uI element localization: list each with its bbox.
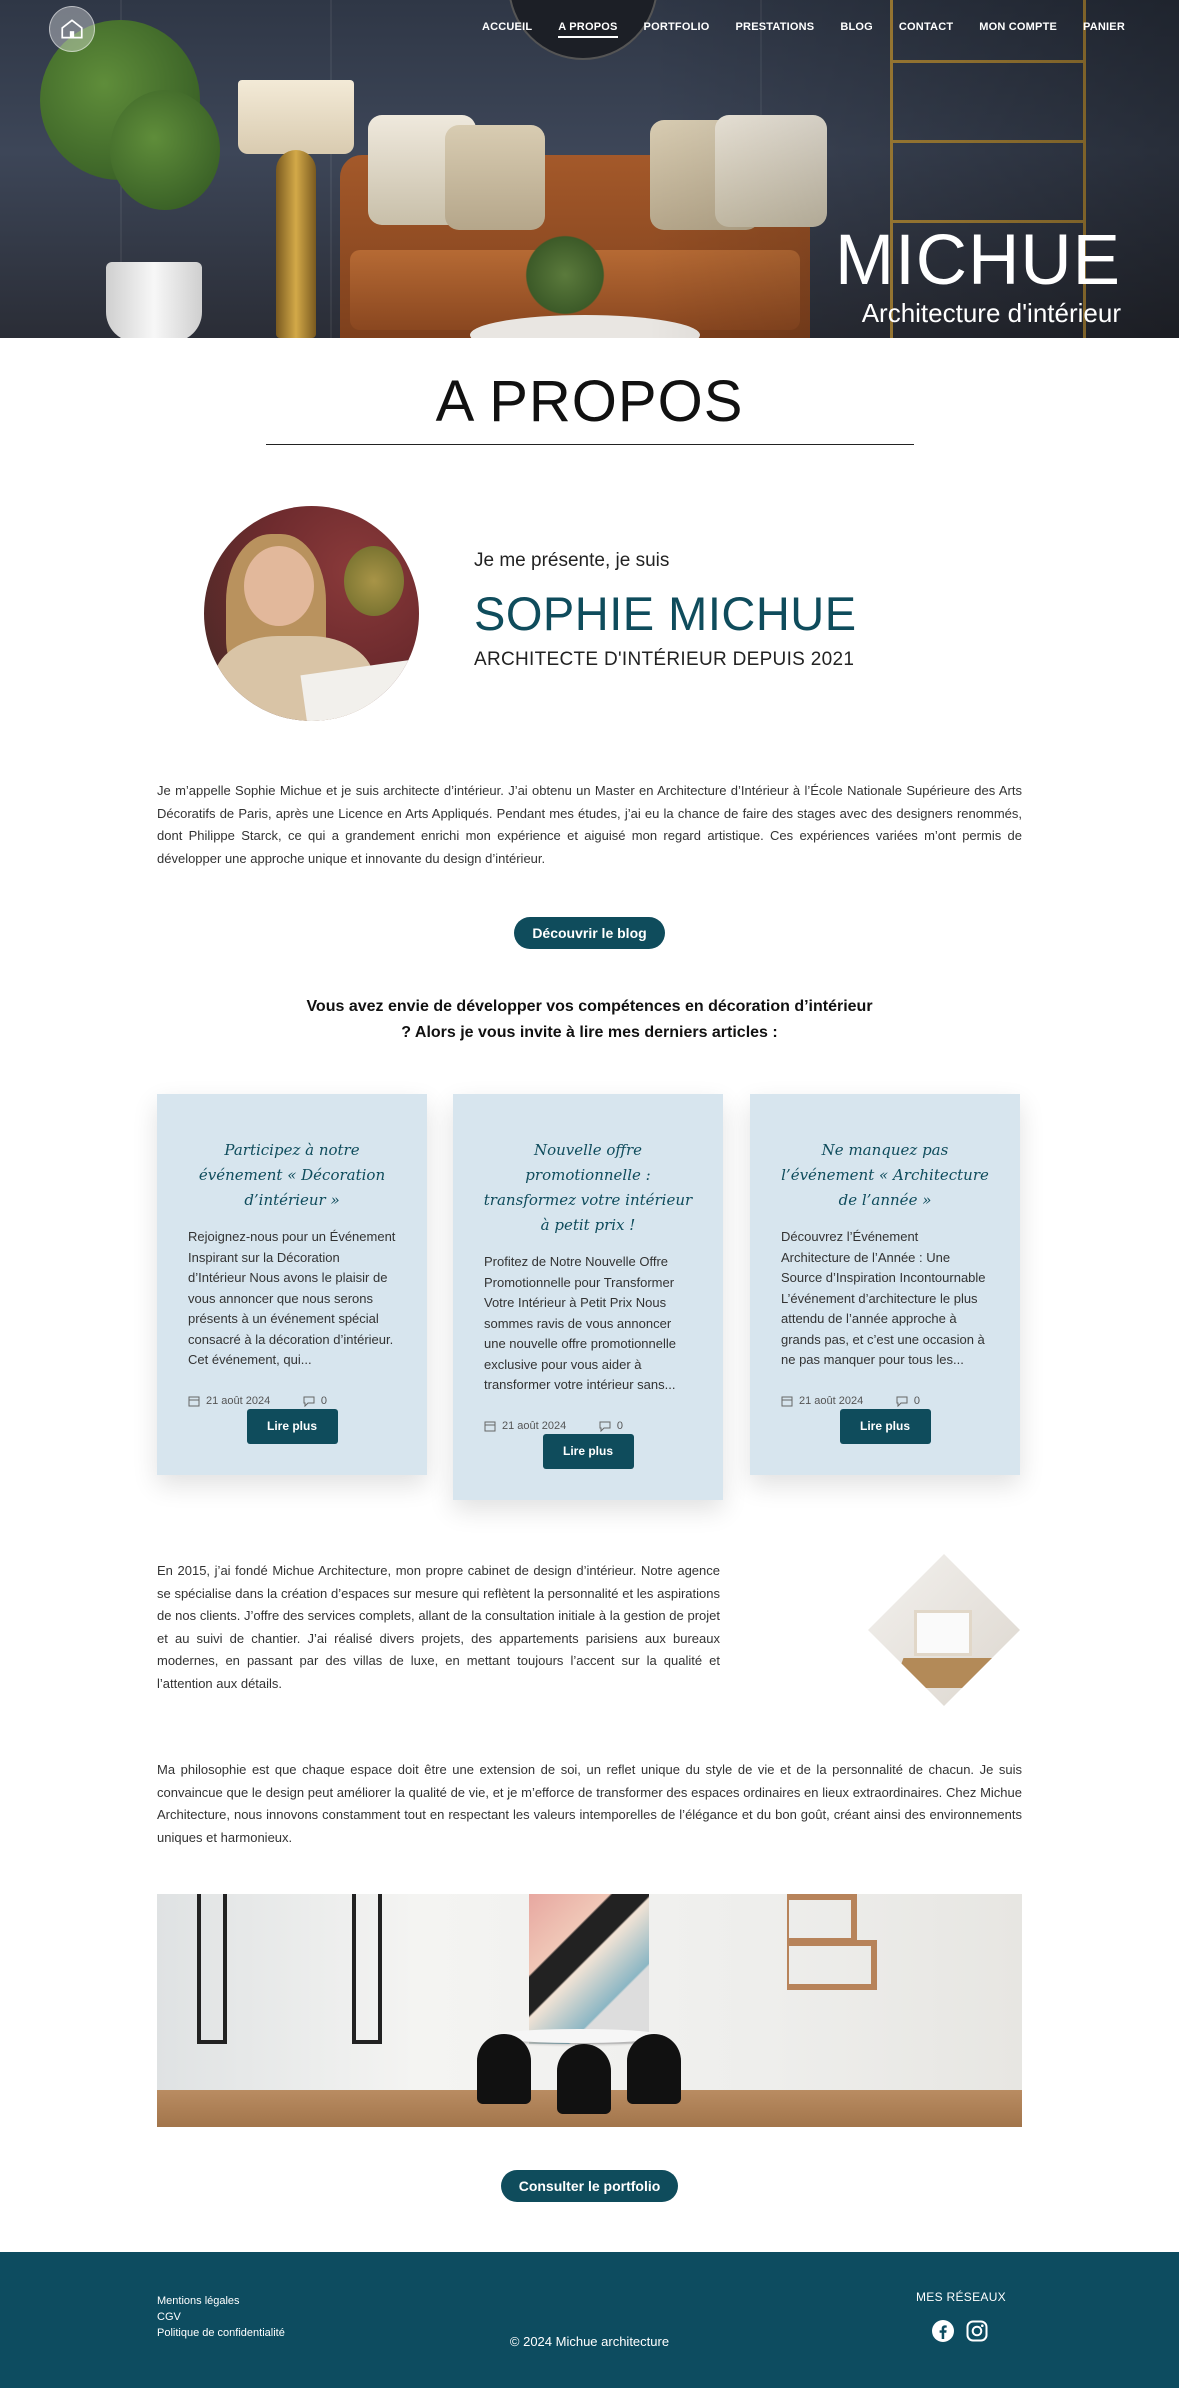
- intro-role: ARCHITECTE D'INTÉRIEUR DEPUIS 2021: [474, 649, 855, 670]
- dining-room-image: [157, 1894, 1022, 2127]
- portfolio-button[interactable]: Consulter le portfolio: [501, 2170, 678, 2202]
- brand-subtitle: Architecture d'intérieur: [861, 298, 1121, 328]
- brand-block: MICHUE Architecture d'intérieur: [835, 225, 1121, 329]
- nav-a-propos[interactable]: A PROPOS: [558, 21, 618, 38]
- footer-links: Mentions légales CGV Politique de confid…: [157, 2295, 285, 2339]
- calendar-icon: [781, 1396, 793, 1406]
- footer: Mentions légales CGV Politique de confid…: [0, 2252, 1179, 2388]
- article-excerpt: Profitez de Notre Nouvelle Offre Promoti…: [484, 1254, 677, 1392]
- bio-paragraph-3: Ma philosophie est que chaque espace doi…: [157, 1762, 1022, 1845]
- social-title: MES RÉSEAUX: [916, 2290, 1006, 2304]
- portrait-photo: [204, 506, 419, 721]
- article-title[interactable]: Participez à notre événement « Décoratio…: [183, 1138, 401, 1213]
- page: ACCUEIL A PROPOS PORTFOLIO PRESTATIONS B…: [0, 0, 1179, 2388]
- article-card: Participez à notre événement « Décoratio…: [157, 1094, 427, 1475]
- instagram-icon[interactable]: [965, 2319, 989, 2343]
- footer-link-mentions[interactable]: Mentions légales: [157, 2295, 285, 2307]
- discover-blog-button[interactable]: Découvrir le blog: [514, 917, 665, 949]
- bio-paragraph-2: En 2015, j’ai fondé Michue Architecture,…: [157, 1563, 720, 1691]
- nav-blog[interactable]: BLOG: [840, 21, 873, 38]
- article-title[interactable]: Nouvelle offre promotionnelle : transfor…: [479, 1138, 697, 1238]
- read-more-button[interactable]: Lire plus: [542, 1433, 634, 1469]
- read-more-button[interactable]: Lire plus: [839, 1408, 931, 1444]
- article-meta: 21 août 2024 0: [781, 1395, 920, 1407]
- nav-mon-compte[interactable]: MON COMPTE: [979, 21, 1057, 38]
- article-meta: 21 août 2024 0: [188, 1395, 327, 1407]
- article-date: 21 août 2024: [502, 1419, 567, 1432]
- nav-panier[interactable]: PANIER: [1083, 21, 1125, 38]
- article-meta: 21 août 2024 0: [484, 1420, 623, 1432]
- footer-link-cgv[interactable]: CGV: [157, 2311, 285, 2323]
- logo[interactable]: [49, 6, 95, 52]
- house-logo-icon: [61, 19, 83, 39]
- hero-banner: ACCUEIL A PROPOS PORTFOLIO PRESTATIONS B…: [0, 0, 1179, 338]
- facebook-icon[interactable]: [931, 2319, 955, 2343]
- intro-name: SOPHIE MICHUE: [474, 587, 857, 640]
- article-excerpt: Découvrez l’Événement Architecture de l’…: [781, 1229, 986, 1367]
- brand-name: MICHUE: [834, 221, 1121, 300]
- main-nav: ACCUEIL A PROPOS PORTFOLIO PRESTATIONS B…: [482, 21, 1125, 38]
- article-excerpt: Rejoignez-nous pour un Événement Inspira…: [188, 1229, 396, 1367]
- article-comments: 0: [616, 1419, 623, 1432]
- calendar-icon: [484, 1421, 496, 1431]
- comment-icon: [303, 1396, 315, 1407]
- nav-prestations[interactable]: PRESTATIONS: [736, 21, 815, 38]
- article-title[interactable]: Ne manquez pas l’événement « Architectur…: [776, 1138, 994, 1213]
- read-more-button[interactable]: Lire plus: [246, 1408, 338, 1444]
- article-card: Ne manquez pas l’événement « Architectur…: [750, 1094, 1020, 1475]
- intro-pre: Je me présente, je suis: [474, 550, 670, 571]
- interior-diamond-image: [868, 1554, 1020, 1706]
- nav-accueil[interactable]: ACCUEIL: [482, 21, 532, 38]
- nav-portfolio[interactable]: PORTFOLIO: [644, 21, 710, 38]
- article-comments: 0: [913, 1394, 920, 1407]
- article-comments: 0: [320, 1394, 327, 1407]
- articles-invite: Vous avez envie de développer vos compét…: [306, 998, 873, 1041]
- article-date: 21 août 2024: [799, 1394, 864, 1407]
- comment-icon: [896, 1396, 908, 1407]
- calendar-icon: [188, 1396, 200, 1406]
- bio-paragraph-1: Je m’appelle Sophie Michue et je suis ar…: [157, 783, 1022, 866]
- article-date: 21 août 2024: [206, 1394, 271, 1407]
- comment-icon: [599, 1421, 611, 1432]
- page-title: A PROPOS: [435, 369, 744, 434]
- article-card: Nouvelle offre promotionnelle : transfor…: [453, 1094, 723, 1500]
- copyright: © 2024 Michue architecture: [509, 2334, 670, 2349]
- nav-contact[interactable]: CONTACT: [899, 21, 953, 38]
- intro-block: Je me présente, je suis SOPHIE MICHUE AR…: [474, 550, 857, 671]
- title-divider: [266, 444, 914, 445]
